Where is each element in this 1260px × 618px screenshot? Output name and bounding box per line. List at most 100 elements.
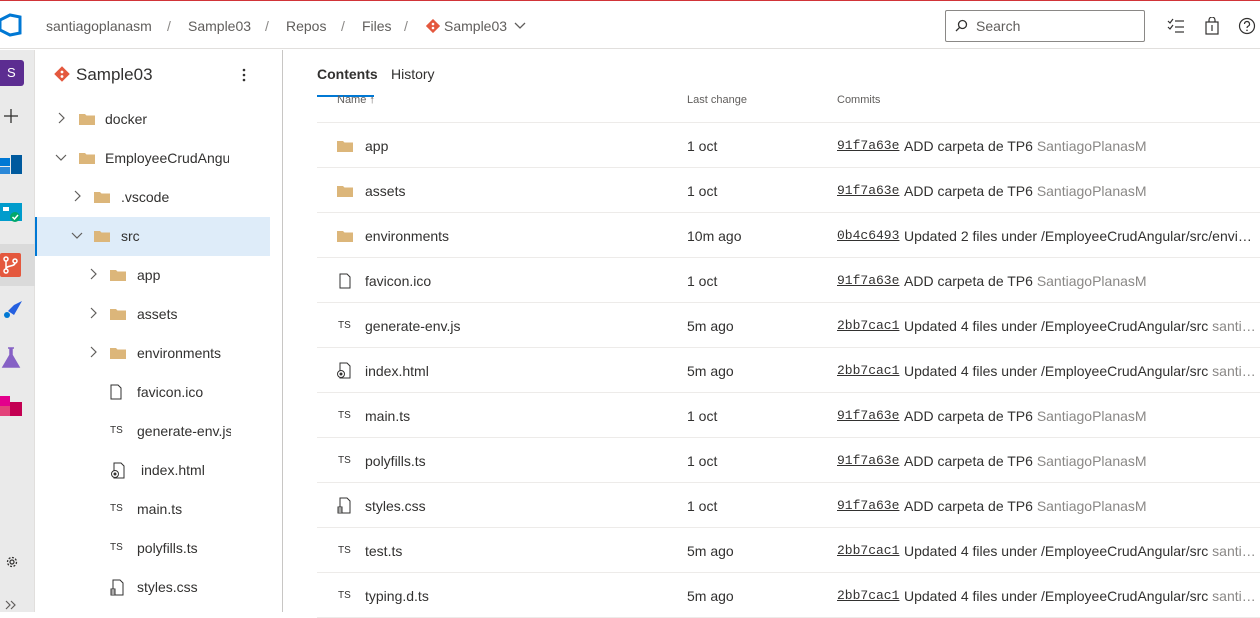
tree-item-main-ts[interactable]: TS main.ts [35, 490, 270, 529]
chevron-right-icon[interactable] [87, 307, 99, 319]
table-row[interactable]: TS typing.d.ts 5m ago 2bb7cac1 Updated 4… [317, 573, 1260, 618]
commit-hash-link[interactable]: 91f7a63e [837, 453, 899, 468]
folder-icon [110, 270, 126, 281]
table-row[interactable]: TS test.ts 5m ago 2bb7cac1 Updated 4 fil… [317, 528, 1260, 573]
chevron-down-icon[interactable] [514, 21, 526, 31]
typescript-icon: TS [338, 455, 351, 466]
file-name-link[interactable]: favicon.ico [365, 273, 431, 289]
commit-hash-link[interactable]: 91f7a63e [837, 138, 899, 153]
file-name-link[interactable]: test.ts [365, 543, 402, 559]
tree-item-environments[interactable]: environments [35, 334, 270, 373]
breadcrumb-project[interactable]: Sample03 [188, 18, 251, 34]
project-avatar[interactable]: S [0, 60, 24, 86]
file-name-link[interactable]: typing.d.ts [365, 588, 429, 604]
commit-author: SantiagoPlanasM [1036, 183, 1147, 199]
last-change-date: 5m ago [687, 543, 734, 559]
table-row[interactable]: environments 10m ago 0b4c6493 Updated 2 … [317, 213, 1260, 258]
tab-contents[interactable]: Contents [317, 66, 378, 82]
column-header-name[interactable]: Name ↑ [337, 94, 375, 106]
chevron-right-icon[interactable] [71, 190, 83, 202]
top-bar: santiagoplanasm / Sample03 / Repos / Fil… [0, 1, 1260, 49]
search-input[interactable] [976, 17, 1136, 35]
overview-icon[interactable] [0, 153, 24, 177]
pipelines-icon[interactable] [0, 297, 24, 321]
css-file-icon [110, 579, 124, 596]
table-row[interactable]: assets 1 oct 91f7a63e ADD carpeta de TP6… [317, 168, 1260, 213]
tree-item-generate-env[interactable]: TS generate-env.js [35, 412, 270, 451]
commit-hash-link[interactable]: 91f7a63e [837, 183, 899, 198]
commit-hash-link[interactable]: 2bb7cac1 [837, 588, 899, 603]
table-row[interactable]: TS main.ts 1 oct 91f7a63e ADD carpeta de… [317, 393, 1260, 438]
tree-item-favicon[interactable]: favicon.ico [35, 373, 270, 412]
file-name-link[interactable]: environments [365, 228, 449, 244]
commit-hash-link[interactable]: 91f7a63e [837, 273, 899, 288]
table-row[interactable]: app 1 oct 91f7a63e ADD carpeta de TP6 Sa… [317, 123, 1260, 168]
settings-icon[interactable] [5, 555, 19, 569]
breadcrumb-org[interactable]: santiagoplanasm [46, 18, 152, 34]
tree-item-app[interactable]: app [35, 256, 270, 295]
tree-item-src[interactable]: src [35, 217, 270, 256]
boards-icon[interactable] [0, 201, 24, 225]
breadcrumb-files[interactable]: Files [362, 18, 392, 34]
commit-hash-link[interactable]: 2bb7cac1 [837, 318, 899, 333]
commit-hash-link[interactable]: 91f7a63e [837, 408, 899, 423]
tree-item-docker[interactable]: docker [35, 100, 270, 139]
chevron-down-icon[interactable] [71, 229, 83, 241]
commit-hash-link[interactable]: 2bb7cac1 [837, 543, 899, 558]
test-plans-icon[interactable] [0, 346, 24, 370]
tree-item-styles-css[interactable]: styles.css [35, 568, 270, 607]
left-navigation-rail: S [0, 50, 35, 612]
tree-item-vscode[interactable]: .vscode [35, 178, 270, 217]
commit-message: ADD carpeta de TP6 SantiagoPlanasM [904, 408, 1147, 424]
file-name-link[interactable]: assets [365, 183, 405, 199]
commit-message: Updated 4 files under /EmployeeCrudAngul… [904, 318, 1256, 334]
typescript-icon: TS [110, 503, 123, 514]
file-name-link[interactable]: generate-env.js [365, 318, 460, 334]
breadcrumb-repo-selector[interactable]: Sample03 [444, 18, 507, 34]
file-name-link[interactable]: polyfills.ts [365, 453, 426, 469]
breadcrumb-separator: / [404, 18, 408, 34]
file-name-link[interactable]: styles.css [365, 498, 426, 514]
tree-item-label: styles.css [137, 579, 198, 595]
search-box[interactable] [945, 10, 1145, 42]
chevron-down-icon[interactable] [55, 151, 67, 163]
chevron-right-icon[interactable] [87, 268, 99, 280]
artifacts-icon[interactable] [0, 394, 24, 418]
last-change-date: 1 oct [687, 183, 718, 199]
tree-item-employeecrudangular[interactable]: EmployeeCrudAngular [35, 139, 270, 178]
repo-title[interactable]: Sample03 [76, 65, 153, 85]
last-change-date: 1 oct [687, 138, 718, 154]
tab-history[interactable]: History [391, 66, 435, 82]
commit-hash-link[interactable]: 2bb7cac1 [837, 363, 899, 378]
file-icon [110, 384, 122, 400]
table-row[interactable]: TS generate-env.js 5m ago 2bb7cac1 Updat… [317, 303, 1260, 348]
typescript-icon: TS [338, 410, 351, 421]
chevron-right-icon[interactable] [55, 112, 67, 124]
tree-item-index-html[interactable]: index.html [35, 451, 270, 490]
file-name-link[interactable]: index.html [365, 363, 429, 379]
more-options-icon[interactable] [242, 68, 246, 82]
table-row[interactable]: favicon.ico 1 oct 91f7a63e ADD carpeta d… [317, 258, 1260, 303]
commit-hash-link[interactable]: 0b4c6493 [837, 228, 899, 243]
azure-devops-logo-icon[interactable] [0, 13, 22, 37]
folder-icon [94, 231, 110, 242]
breadcrumb-repos[interactable]: Repos [286, 18, 326, 34]
tree-item-label: app [137, 267, 161, 283]
repos-nav-selected[interactable] [0, 244, 35, 286]
folder-icon [337, 231, 353, 242]
help-icon[interactable] [1238, 17, 1256, 35]
work-items-list-icon[interactable] [1167, 17, 1185, 35]
marketplace-bag-icon[interactable] [1203, 17, 1221, 35]
add-icon[interactable] [0, 104, 24, 128]
commit-author: santi… [1212, 543, 1256, 559]
chevron-right-icon[interactable] [87, 346, 99, 358]
expand-icon[interactable] [5, 600, 17, 610]
tree-item-polyfills-ts[interactable]: TS polyfills.ts [35, 529, 270, 568]
file-name-link[interactable]: main.ts [365, 408, 410, 424]
file-name-link[interactable]: app [365, 138, 388, 154]
tree-item-assets[interactable]: assets [35, 295, 270, 334]
commit-hash-link[interactable]: 91f7a63e [837, 498, 899, 513]
table-row[interactable]: index.html 5m ago 2bb7cac1 Updated 4 fil… [317, 348, 1260, 393]
table-row[interactable]: TS polyfills.ts 1 oct 91f7a63e ADD carpe… [317, 438, 1260, 483]
table-row[interactable]: styles.css 1 oct 91f7a63e ADD carpeta de… [317, 483, 1260, 528]
